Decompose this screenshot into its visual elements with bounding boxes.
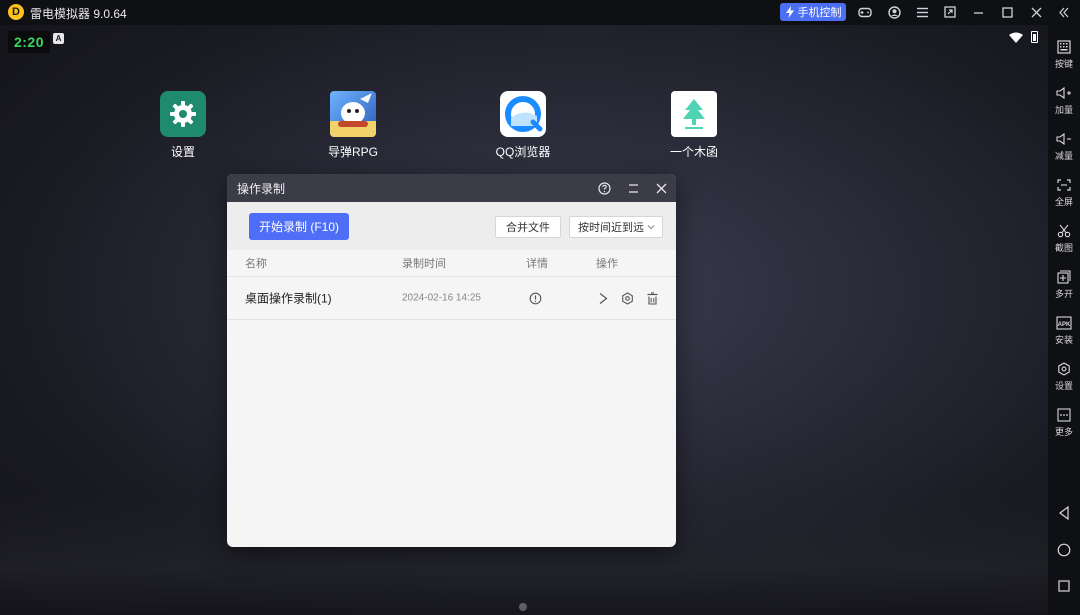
play-icon[interactable]	[595, 290, 611, 306]
sidebar-item-label: 设置	[1054, 381, 1073, 391]
sidebar-item-label: 安装	[1054, 335, 1073, 345]
recordings-table: 名称 录制时间 详情 操作 桌面操作录制(1) 2024-02-16 14:25	[227, 250, 676, 320]
app-label: 导弹RPG	[327, 145, 378, 159]
operation-recording-dialog: 操作录制 开始录制 (F10) 合并文件 按时间近到远 名称 录制时间 详情 操…	[227, 174, 676, 547]
start-recording-button[interactable]: 开始录制 (F10)	[249, 213, 349, 240]
dialog-toolbar: 开始录制 (F10) 合并文件 按时间近到远	[227, 202, 676, 250]
missile-rpg-icon	[330, 91, 376, 137]
app-title: 雷电模拟器 9.0.64	[30, 7, 127, 21]
minimize-icon[interactable]	[969, 3, 987, 21]
dialog-close-icon[interactable]	[652, 179, 670, 197]
sidebar-item-more[interactable]: 更多	[1048, 407, 1080, 438]
page-indicator-dot	[519, 603, 527, 611]
maximize-icon[interactable]	[998, 3, 1016, 21]
app-label: 一个木函	[669, 145, 718, 159]
volume-up-icon	[1048, 85, 1080, 101]
volume-down-icon	[1048, 131, 1080, 147]
column-detail: 详情	[526, 258, 548, 270]
column-time: 录制时间	[402, 258, 446, 270]
sidebar-item-install[interactable]: APK 安装	[1048, 315, 1080, 346]
sidebar-item-label: 多开	[1054, 289, 1073, 299]
qq-browser-icon	[500, 91, 546, 137]
recording-name: 桌面操作录制(1)	[245, 291, 332, 306]
more-icon	[1048, 407, 1080, 423]
sort-order-value: 按时间近到远	[578, 222, 644, 234]
sort-order-select[interactable]: 按时间近到远	[569, 216, 663, 238]
app-logo-icon: D	[8, 4, 24, 20]
status-clock: 2:20	[8, 31, 50, 53]
keyboard-icon	[1048, 39, 1080, 55]
window-titlebar: D 雷电模拟器 9.0.64 手机控制	[0, 0, 1080, 25]
dialog-header: 操作录制	[227, 174, 676, 202]
battery-icon	[1031, 31, 1038, 43]
column-action: 操作	[596, 258, 618, 270]
close-icon[interactable]	[1027, 3, 1045, 21]
notification-badge: A	[53, 33, 64, 44]
sidebar-item-multi-instance[interactable]: 多开	[1048, 269, 1080, 300]
dialog-title: 操作录制	[237, 181, 286, 196]
screenshot-icon[interactable]	[941, 3, 959, 21]
recent-apps-icon[interactable]	[1056, 578, 1072, 594]
recording-time: 2024-02-16 14:25	[402, 292, 481, 304]
phone-control-button[interactable]: 手机控制	[780, 3, 846, 21]
back-icon[interactable]	[1056, 505, 1072, 521]
app-qq-browser[interactable]: QQ浏览器	[478, 91, 568, 160]
app-settings[interactable]: 设置	[138, 91, 228, 160]
sidebar-item-label: 按键	[1054, 59, 1073, 69]
lightning-icon	[785, 6, 794, 18]
merge-files-button[interactable]: 合并文件	[495, 216, 561, 238]
sidebar-item-volume-down[interactable]: 减量	[1048, 131, 1080, 162]
menu-icon[interactable]	[913, 3, 931, 21]
help-icon[interactable]	[595, 179, 613, 197]
app-missile-rpg[interactable]: 导弹RPG	[308, 91, 398, 160]
settings-gear-icon	[160, 91, 206, 137]
gamepad-icon[interactable]	[856, 3, 874, 21]
sidebar-item-fullscreen[interactable]: 全屏	[1048, 177, 1080, 208]
chevron-down-icon	[647, 225, 655, 230]
apk-install-icon: APK	[1048, 315, 1080, 331]
settings-icon[interactable]	[619, 290, 635, 306]
detail-info-icon[interactable]	[527, 290, 543, 306]
settings-icon	[1048, 361, 1080, 377]
tree-icon	[671, 91, 717, 137]
sidebar-item-volume-up[interactable]: 加量	[1048, 85, 1080, 116]
sidebar-item-keyboard[interactable]: 按键	[1048, 39, 1080, 70]
svg-text:APK: APK	[1058, 322, 1071, 328]
home-icon[interactable]	[1056, 542, 1072, 558]
sidebar-item-label: 全屏	[1054, 197, 1073, 207]
sidebar-item-label: 截图	[1054, 243, 1073, 253]
table-header: 名称 录制时间 详情 操作	[227, 250, 676, 277]
wifi-icon	[1009, 32, 1023, 43]
scissors-icon	[1048, 223, 1080, 239]
app-yigemuhan[interactable]: 一个木函	[649, 91, 739, 160]
account-icon[interactable]	[885, 3, 903, 21]
delete-icon[interactable]	[644, 290, 660, 306]
fullscreen-icon	[1048, 177, 1080, 193]
app-label: 设置	[170, 145, 195, 159]
collapse-sidebar-icon[interactable]	[1055, 3, 1073, 21]
sidebar-item-label: 加量	[1054, 105, 1073, 115]
column-name: 名称	[245, 258, 267, 270]
app-label: QQ浏览器	[495, 145, 551, 159]
right-sidebar: 按键 加量 减量 全屏 截图 多开 APK 安装 设置 更多	[1048, 25, 1080, 615]
sidebar-item-settings[interactable]: 设置	[1048, 361, 1080, 392]
sidebar-item-label: 更多	[1054, 427, 1073, 437]
status-icons	[1009, 31, 1038, 43]
table-row[interactable]: 桌面操作录制(1) 2024-02-16 14:25	[227, 277, 676, 320]
sidebar-item-label: 减量	[1054, 151, 1073, 161]
phone-control-label: 手机控制	[797, 7, 842, 19]
sidebar-item-screenshot[interactable]: 截图	[1048, 223, 1080, 254]
dialog-minimize-icon[interactable]	[624, 179, 642, 197]
multi-instance-icon	[1048, 269, 1080, 285]
